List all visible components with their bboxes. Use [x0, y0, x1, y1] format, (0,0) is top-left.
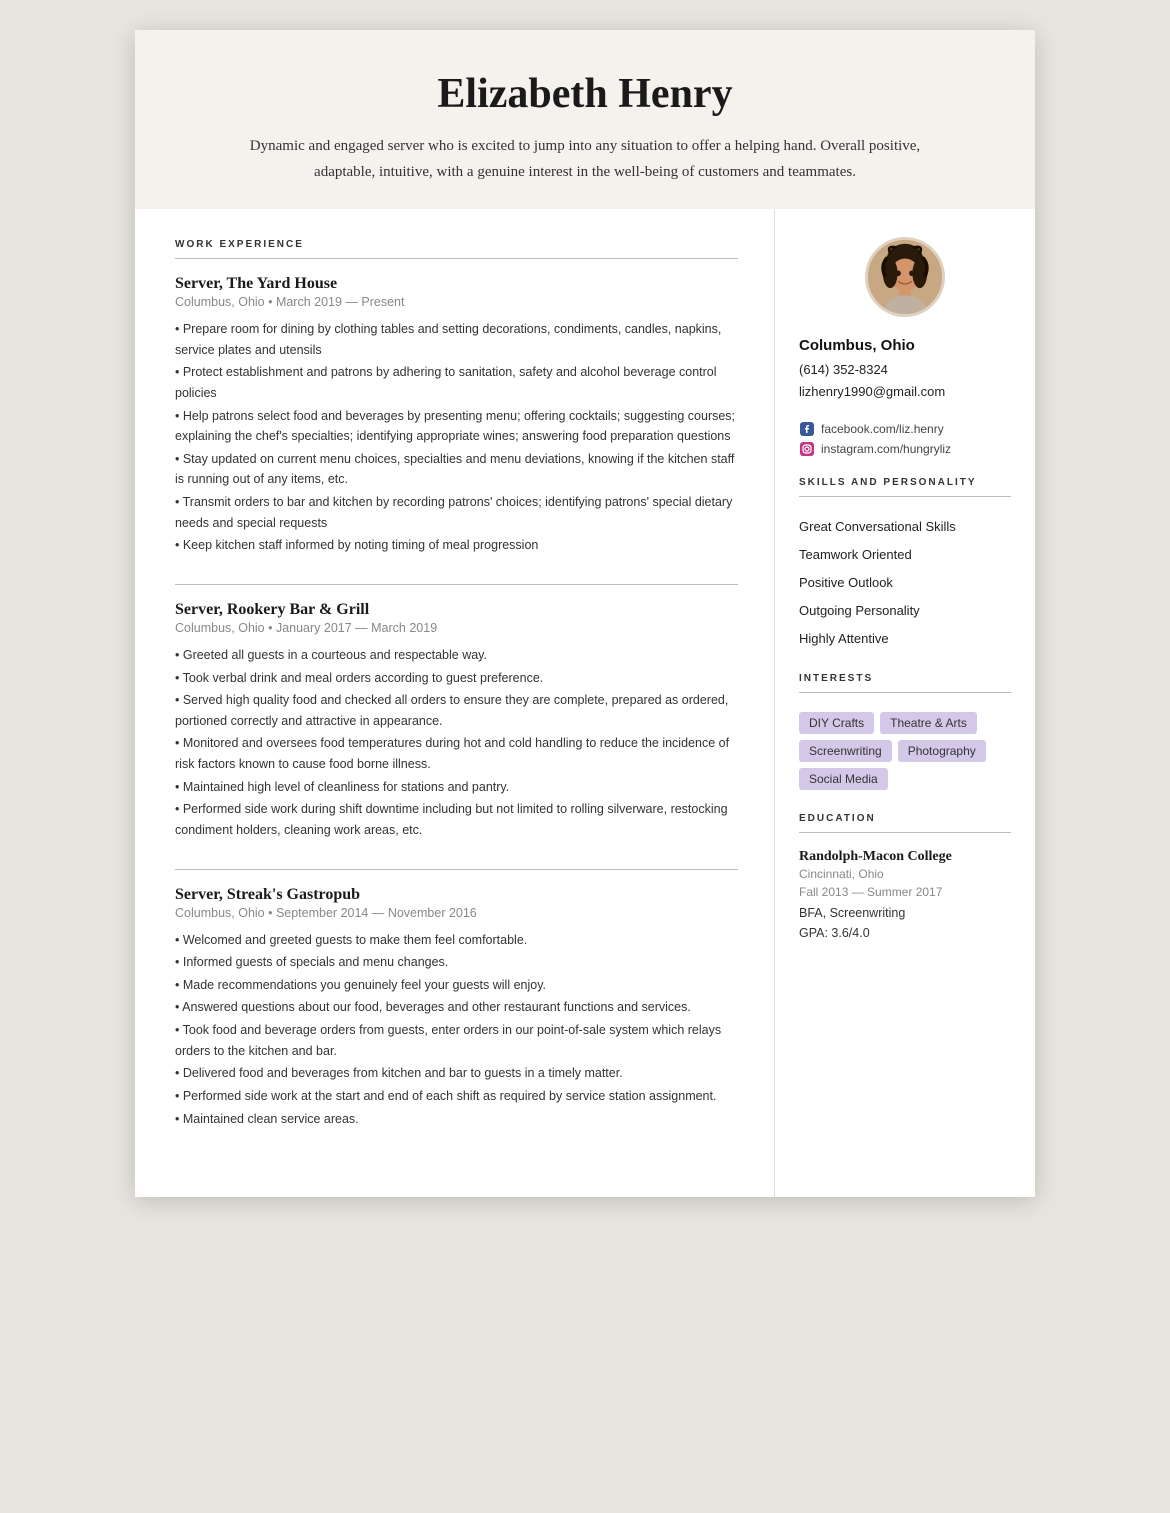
job-2-bullet-2: • Took verbal drink and meal orders acco… — [175, 668, 738, 689]
avatar-wrap — [799, 237, 1011, 317]
job-divider-2 — [175, 869, 738, 870]
work-experience-label: WORK EXPERIENCE — [175, 239, 738, 250]
social-facebook-row: facebook.com/liz.henry — [799, 421, 1011, 437]
job-3-bullet-8: • Maintained clean service areas. — [175, 1109, 738, 1130]
job-3: Server, Streak's Gastropub Columbus, Ohi… — [175, 886, 738, 1130]
edu-dates: Fall 2013 — Summer 2017 — [799, 885, 1011, 899]
skill-1: Great Conversational Skills — [799, 513, 1011, 541]
job-1-bullet-6: • Keep kitchen staff informed by noting … — [175, 535, 738, 556]
interests-label: INTERESTS — [799, 673, 1011, 684]
interest-2: Theatre & Arts — [880, 712, 977, 734]
header-section: Elizabeth Henry Dynamic and engaged serv… — [135, 30, 1035, 209]
job-1-bullets: • Prepare room for dining by clothing ta… — [175, 319, 738, 556]
job-2-bullet-3: • Served high quality food and checked a… — [175, 690, 738, 731]
facebook-link: facebook.com/liz.henry — [821, 422, 944, 436]
job-3-bullet-7: • Performed side work at the start and e… — [175, 1086, 738, 1107]
skills-divider — [799, 496, 1011, 497]
avatar — [865, 237, 945, 317]
main-column: WORK EXPERIENCE Server, The Yard House C… — [135, 209, 775, 1197]
job-3-bullets: • Welcomed and greeted guests to make th… — [175, 930, 738, 1130]
skill-5: Highly Attentive — [799, 625, 1011, 653]
contact-city: Columbus, Ohio — [799, 333, 1011, 359]
work-divider — [175, 258, 738, 259]
interests-divider — [799, 692, 1011, 693]
instagram-icon — [799, 441, 815, 457]
job-2-bullets: • Greeted all guests in a courteous and … — [175, 645, 738, 841]
job-2-bullet-1: • Greeted all guests in a courteous and … — [175, 645, 738, 666]
education-section: EDUCATION Randolph-Macon College Cincinn… — [799, 813, 1011, 943]
skill-3: Positive Outlook — [799, 569, 1011, 597]
interest-3: Screenwriting — [799, 740, 892, 762]
job-2-bullet-4: • Monitored and oversees food temperatur… — [175, 733, 738, 774]
interests-section: INTERESTS DIY Crafts Theatre & Arts Scre… — [799, 673, 1011, 793]
job-3-bullet-4: • Answered questions about our food, bev… — [175, 997, 738, 1018]
resume-document: Elizabeth Henry Dynamic and engaged serv… — [135, 30, 1035, 1197]
job-3-bullet-3: • Made recommendations you genuinely fee… — [175, 975, 738, 996]
candidate-summary: Dynamic and engaged server who is excite… — [235, 134, 935, 185]
body-section: WORK EXPERIENCE Server, The Yard House C… — [135, 209, 1035, 1197]
job-2-title: Server, Rookery Bar & Grill — [175, 601, 738, 619]
job-2: Server, Rookery Bar & Grill Columbus, Oh… — [175, 601, 738, 841]
facebook-icon — [799, 421, 815, 437]
instagram-link: instagram.com/hungryliz — [821, 442, 951, 456]
contact-phone: (614) 352-8324 — [799, 359, 1011, 381]
candidate-name: Elizabeth Henry — [195, 70, 975, 118]
interest-1: DIY Crafts — [799, 712, 874, 734]
job-2-bullet-6: • Performed side work during shift downt… — [175, 799, 738, 840]
side-column: Columbus, Ohio (614) 352-8324 lizhenry19… — [775, 209, 1035, 1197]
skills-label: SKILLS AND PERSONALITY — [799, 477, 1011, 488]
social-instagram-row: instagram.com/hungryliz — [799, 441, 1011, 457]
job-2-meta: Columbus, Ohio • January 2017 — March 20… — [175, 621, 738, 635]
job-1: Server, The Yard House Columbus, Ohio • … — [175, 275, 738, 556]
skill-2: Teamwork Oriented — [799, 541, 1011, 569]
job-3-bullet-2: • Informed guests of specials and menu c… — [175, 952, 738, 973]
education-label: EDUCATION — [799, 813, 1011, 824]
job-1-title: Server, The Yard House — [175, 275, 738, 293]
education-divider — [799, 832, 1011, 833]
job-3-meta: Columbus, Ohio • September 2014 — Novemb… — [175, 906, 738, 920]
skill-4: Outgoing Personality — [799, 597, 1011, 625]
job-1-bullet-4: • Stay updated on current menu choices, … — [175, 449, 738, 490]
edu-school: Randolph-Macon College — [799, 849, 1011, 865]
edu-degree: BFA, Screenwriting — [799, 903, 1011, 923]
interest-4: Photography — [898, 740, 986, 762]
job-3-title: Server, Streak's Gastropub — [175, 886, 738, 904]
job-1-meta: Columbus, Ohio • March 2019 — Present — [175, 295, 738, 309]
edu-city: Cincinnati, Ohio — [799, 867, 1011, 881]
job-3-bullet-6: • Delivered food and beverages from kitc… — [175, 1063, 738, 1084]
job-1-bullet-2: • Protect establishment and patrons by a… — [175, 362, 738, 403]
job-1-bullet-3: • Help patrons select food and beverages… — [175, 406, 738, 447]
job-2-bullet-5: • Maintained high level of cleanliness f… — [175, 777, 738, 798]
edu-gpa: GPA: 3.6/4.0 — [799, 923, 1011, 943]
interest-5: Social Media — [799, 768, 888, 790]
job-3-bullet-5: • Took food and beverage orders from gue… — [175, 1020, 738, 1061]
contact-info: Columbus, Ohio (614) 352-8324 lizhenry19… — [799, 333, 1011, 403]
contact-email: lizhenry1990@gmail.com — [799, 381, 1011, 403]
job-1-bullet-5: • Transmit orders to bar and kitchen by … — [175, 492, 738, 533]
skills-section: SKILLS AND PERSONALITY Great Conversatio… — [799, 477, 1011, 653]
job-divider-1 — [175, 584, 738, 585]
job-1-bullet-1: • Prepare room for dining by clothing ta… — [175, 319, 738, 360]
job-3-bullet-1: • Welcomed and greeted guests to make th… — [175, 930, 738, 951]
